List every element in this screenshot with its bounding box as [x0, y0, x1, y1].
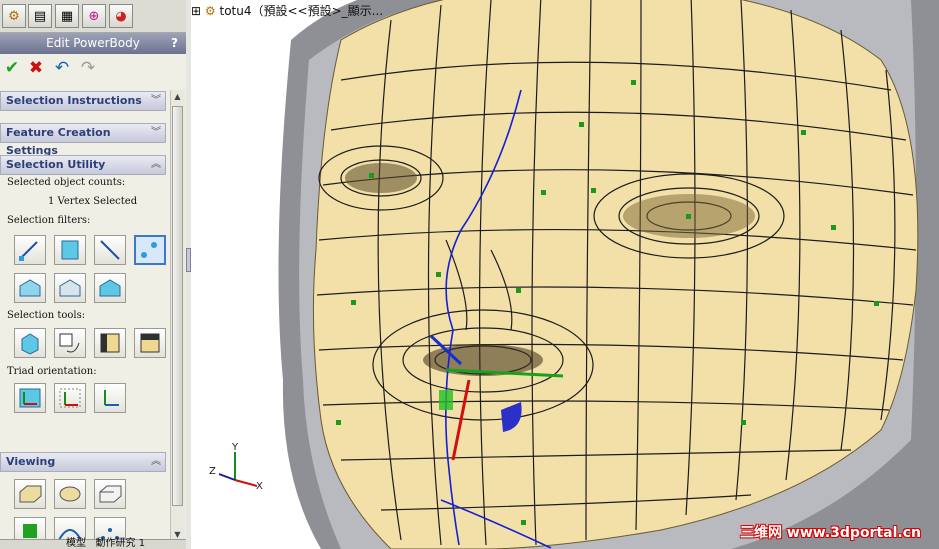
filter-edge-button[interactable] [94, 235, 126, 265]
appearance-icon: ◕ [115, 8, 127, 24]
shaded-view-icon [19, 485, 42, 503]
x-axis-label: X [256, 481, 263, 492]
section-viewing[interactable]: Viewing ︽ [0, 452, 166, 472]
tree-part-label[interactable]: totu4（預設<<預設>_顯示... [219, 4, 383, 18]
cancel-button[interactable]: ✖ [26, 58, 46, 78]
tab-motion-study[interactable]: 動作研究 1 [96, 538, 146, 549]
selected-count-value: 1 Vertex Selected [48, 196, 138, 207]
tool-select-all-button[interactable] [14, 328, 46, 358]
tab-feature-manager[interactable]: ⚙ [2, 4, 26, 28]
chevron-up-icon: ︽ [151, 456, 161, 467]
property-icon: ▤ [33, 8, 47, 24]
tab-dimxpert[interactable]: ⊕ [82, 4, 106, 28]
chevron-down-icon: ︾ [151, 95, 161, 106]
selection-filters-label: Selection filters: [7, 215, 91, 226]
z-axis-label: Z [209, 466, 216, 477]
shell-filter-icon [59, 279, 81, 297]
triad-world-button[interactable] [14, 383, 46, 413]
triad-world-icon [19, 388, 41, 408]
tab-model[interactable]: 模型 [66, 538, 86, 549]
vertex-edge-filter-icon [19, 241, 38, 261]
face-filter-icon [61, 240, 79, 260]
feature-tree-root[interactable]: ⊞ ⚙ totu4（預設<<預設>_顯示... [191, 2, 383, 19]
filter-body-button[interactable] [14, 273, 46, 303]
section-label: Selection Instructions [6, 94, 142, 107]
section-selection-utility[interactable]: Selection Utility ︽ [0, 155, 166, 175]
body-filter-icon [19, 279, 41, 297]
section-selection-instructions[interactable]: Selection Instructions ︾ [0, 91, 166, 111]
tab-display-manager[interactable]: ◕ [109, 4, 133, 28]
left-eye-cavity [345, 163, 417, 193]
panel-title-bar: Edit PowerBody ? [0, 33, 186, 54]
selection-tools-label: Selection tools: [7, 310, 86, 321]
section-label: Viewing [6, 455, 56, 468]
grid-ring-icon [140, 333, 160, 353]
section-feature-creation-settings[interactable]: Feature Creation Settings ︾ [0, 123, 166, 157]
triad-screen-icon [104, 390, 119, 406]
undo-button[interactable]: ↶ [52, 58, 72, 78]
filter-face-button[interactable] [54, 235, 86, 265]
grid-loop-icon [100, 333, 120, 353]
tab-property-manager[interactable]: ▤ [28, 4, 52, 28]
solid-filter-icon [99, 279, 121, 297]
view-smooth-button[interactable] [54, 479, 86, 509]
face-surface [312, 0, 919, 549]
config-icon: ▦ [60, 8, 74, 24]
tool-ring-select-button[interactable] [134, 328, 166, 358]
scroll-up-arrow-icon[interactable]: ▲ [172, 90, 183, 104]
chevron-down-icon: ︾ [151, 127, 161, 138]
watermark: 三维网 www.3dportal.cn [740, 525, 921, 541]
feature-tree-icon: ⚙ [8, 8, 20, 24]
filter-shell-button[interactable] [54, 273, 86, 303]
wireframe-view-icon [99, 485, 122, 503]
cube-icon [21, 333, 39, 355]
vertex-filter-icon [141, 242, 157, 258]
panel-scrollbar[interactable]: ▲ ▼ [170, 90, 185, 542]
x-axis-line [234, 479, 258, 487]
grid-arrow-icon [59, 333, 80, 353]
tree-expander-icon[interactable]: ⊞ [191, 4, 201, 18]
scrollbar-thumb[interactable] [172, 106, 183, 506]
part-icon: ⚙ [204, 4, 216, 18]
filter-solid-button[interactable] [94, 273, 126, 303]
filter-vertex-button[interactable] [134, 235, 166, 265]
tab-configuration-manager[interactable]: ▦ [55, 4, 79, 28]
model-canvas[interactable] [191, 0, 939, 549]
triad-local-icon [59, 388, 81, 408]
panel-title: Edit PowerBody [46, 36, 140, 50]
action-bar: ✔ ✖ ↶ ↷ [0, 56, 186, 82]
edge-filter-icon [100, 240, 120, 260]
help-button[interactable]: ? [171, 33, 178, 54]
section-label: Feature Creation Settings [6, 126, 111, 157]
filter-vertex-edge-button[interactable] [14, 235, 46, 265]
reference-triad: Y X Z [209, 442, 263, 492]
manager-tabs: ⚙ ▤ ▦ ⊕ ◕ [0, 0, 186, 33]
section-label: Selection Utility [6, 158, 106, 171]
chevron-up-icon: ︽ [151, 159, 161, 170]
triad-local-button[interactable] [54, 383, 86, 413]
y-axis-label: Y [231, 442, 239, 453]
selected-counts-label: Selected object counts: [7, 177, 126, 188]
view-wireframe-button[interactable] [94, 479, 126, 509]
triad-screen-button[interactable] [94, 383, 126, 413]
triad-orientation-label: Triad orientation: [7, 366, 97, 377]
bottom-tabs: 模型 動作研究 1 [66, 539, 145, 549]
redo-button[interactable]: ↷ [78, 58, 98, 78]
tool-grow-selection-button[interactable] [54, 328, 86, 358]
property-manager-panel: ⚙ ▤ ▦ ⊕ ◕ Edit PowerBody ? ✔ ✖ ↶ ↷ Selec… [0, 0, 187, 549]
crosshair-icon: ⊕ [88, 8, 100, 24]
smooth-view-icon [59, 486, 81, 502]
graphics-viewport[interactable]: ⊞ ⚙ totu4（預設<<預設>_顯示... Y X Z 三维网 www.3d… [191, 0, 939, 549]
tool-loop-select-button[interactable] [94, 328, 126, 358]
view-shaded-button[interactable] [14, 479, 46, 509]
z-axis-line [218, 473, 236, 481]
ok-button[interactable]: ✔ [2, 58, 22, 78]
